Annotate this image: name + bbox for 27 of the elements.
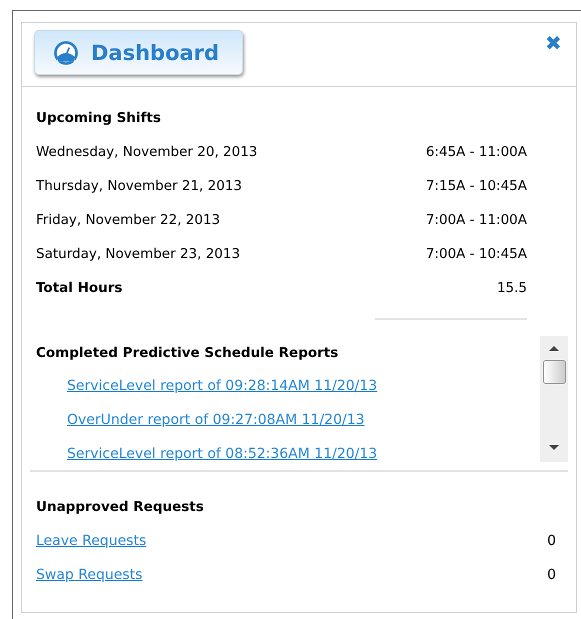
shift-date: Thursday, November 21, 2013 <box>36 177 242 196</box>
shift-time: 7:00A - 10:45A <box>426 245 527 264</box>
shift-date: Wednesday, November 20, 2013 <box>36 143 258 162</box>
scroll-down-icon[interactable] <box>549 445 559 450</box>
report-link[interactable]: ServiceLevel report of 09:28:14AM 11/20/13 <box>67 378 378 394</box>
shift-date: Saturday, November 23, 2013 <box>36 245 240 264</box>
dashboard-button[interactable]: Dashboard <box>34 30 243 75</box>
request-count: 0 <box>547 532 556 551</box>
total-label: Total Hours <box>36 279 122 298</box>
scroll-up-icon[interactable] <box>549 346 559 351</box>
shift-time: 7:15A - 10:45A <box>426 177 527 196</box>
total-value: 15.5 <box>496 279 527 298</box>
section-heading: Completed Predictive Schedule Reports <box>36 344 340 363</box>
request-count: 0 <box>547 566 556 585</box>
shift-time: 7:00A - 11:00A <box>426 211 527 230</box>
requests-link[interactable]: Swap Requests <box>36 558 142 592</box>
shift-date: Friday, November 22, 2013 <box>36 211 220 230</box>
report-link[interactable]: ServiceLevel report of 08:52:36AM 11/20/13 <box>67 446 378 462</box>
section-heading: Upcoming Shifts <box>36 109 162 128</box>
scrollbar[interactable] <box>540 336 568 462</box>
requests-link[interactable]: Leave Requests <box>36 524 146 558</box>
scroll-thumb[interactable] <box>542 360 566 384</box>
report-link[interactable]: OverUnder report of 09:27:08AM 11/20/13 <box>67 412 365 428</box>
gauge-icon <box>53 40 79 66</box>
shift-time: 6:45A - 11:00A <box>426 143 527 162</box>
close-button[interactable]: ✖ <box>545 34 562 54</box>
section-heading: Unapproved Requests <box>36 498 205 517</box>
